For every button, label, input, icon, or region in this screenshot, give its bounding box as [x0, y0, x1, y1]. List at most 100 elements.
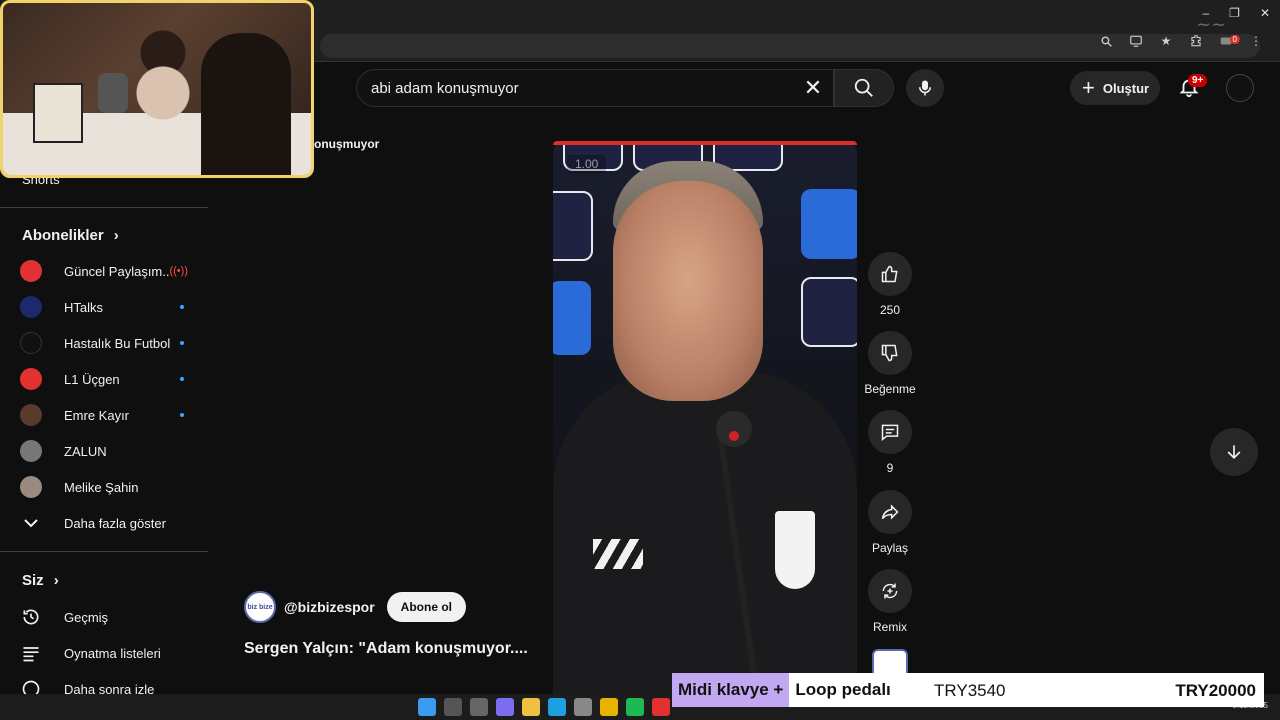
bookmark-star-icon[interactable]: ★ [1158, 33, 1174, 49]
plus-icon: + [1082, 75, 1095, 100]
next-video-button[interactable] [1210, 428, 1258, 476]
comments-button[interactable]: 9 [862, 410, 918, 475]
extensions-icon[interactable] [1188, 33, 1204, 49]
channel-avatar[interactable]: biz bize [244, 591, 276, 623]
sidebar-subscription-item[interactable]: Melike Şahin [20, 472, 190, 502]
playback-speed-label: 1.00 [567, 155, 607, 173]
create-label: Oluştur [1102, 80, 1150, 96]
browser-toolbar-icons: ★ 0 ⋮ [1098, 33, 1264, 49]
channel-info: biz bize @bizbizespor Abone ol [244, 591, 466, 623]
new-content-dot [180, 377, 184, 381]
sidebar-item-playlists[interactable]: Oynatma listeleri [20, 638, 190, 668]
remix-icon [882, 583, 898, 599]
voice-search-button[interactable] [906, 69, 944, 107]
channel-avatar [20, 404, 42, 426]
new-content-dot [180, 341, 184, 345]
channel-avatar [20, 260, 42, 282]
you-section-header[interactable]: Siz › [22, 572, 59, 589]
chevron-right-icon: › [113, 227, 119, 244]
page-partial-title: onuşmuyor [314, 137, 380, 151]
dislike-label: Beğenme [864, 382, 916, 396]
chevron-down-icon [20, 512, 42, 534]
remix-button[interactable]: Remix [862, 569, 918, 634]
stream-watermark-logo: ~~ [1196, 14, 1227, 35]
sidebar-subscription-item[interactable]: HTalks [20, 292, 190, 322]
sidebar-item-history[interactable]: Geçmiş [20, 602, 190, 632]
thumbs-down-icon [881, 344, 898, 362]
sidebar-subscription-item[interactable]: Güncel Paylaşım... ((•)) [20, 256, 190, 286]
like-button[interactable]: 250 [862, 252, 918, 317]
microphone-head [716, 411, 752, 447]
share-icon [881, 504, 899, 520]
history-label: Geçmiş [64, 609, 109, 625]
channel-label: Hastalık Bu Futbol [64, 335, 171, 351]
new-content-dot [180, 305, 184, 309]
search-button[interactable] [834, 69, 894, 107]
channel-avatar [20, 368, 42, 390]
windows-start-icon[interactable] [418, 698, 436, 716]
search-input[interactable]: abi adam konuşmuyor ✕ [356, 69, 834, 107]
arrow-down-icon [1227, 445, 1241, 460]
ticker-goal-amount: TRY20000 [1175, 681, 1256, 700]
chrome-icon[interactable] [600, 698, 618, 716]
share-button[interactable]: Paylaş [862, 490, 918, 555]
extension-badge-icon[interactable]: 0 [1218, 33, 1240, 49]
close-window-button[interactable]: ✕ [1260, 6, 1270, 20]
edge-icon[interactable] [548, 698, 566, 716]
zoom-icon[interactable] [1098, 33, 1114, 49]
show-more-button[interactable]: Daha fazla göster [20, 508, 190, 538]
sidebar-divider [0, 551, 208, 552]
share-label: Paylaş [871, 541, 909, 555]
ticker-item: Loop pedalı [795, 680, 891, 699]
new-content-dot [180, 413, 184, 417]
store-icon[interactable] [574, 698, 592, 716]
video-title[interactable]: Sergen Yalçın: "Adam konuşmuyor.... [244, 640, 528, 658]
search-query-text: abi adam konuşmuyor [371, 79, 519, 97]
search-icon [854, 78, 873, 97]
channel-handle[interactable]: @bizbizespor [284, 599, 375, 615]
subscriptions-header[interactable]: Abonelikler › [22, 227, 119, 244]
app-icon[interactable] [652, 698, 670, 716]
sidebar-subscription-item[interactable]: L1 Üçgen [20, 364, 190, 394]
extension-badge-count: 0 [1229, 35, 1240, 44]
taskbar-icons [418, 698, 670, 716]
sidebar-subscription-item[interactable]: ZALUN [20, 436, 190, 466]
webcam-shadow [201, 33, 291, 175]
clear-search-icon[interactable]: ✕ [803, 77, 823, 99]
club-crest [775, 511, 815, 589]
like-count: 250 [879, 303, 901, 317]
taskbar-search-icon[interactable] [444, 698, 462, 716]
install-app-icon[interactable] [1128, 33, 1144, 49]
backdrop-tile [801, 277, 857, 347]
microphone-ring [729, 431, 739, 441]
sidebar: Shorts Abonelikler › Güncel Paylaşım... … [0, 160, 208, 700]
create-button[interactable]: + Oluştur [1070, 71, 1160, 105]
sidebar-subscription-item[interactable]: Emre Kayır [20, 400, 190, 430]
task-view-icon[interactable] [470, 698, 488, 716]
sidebar-subscription-item[interactable]: Hastalık Bu Futbol [20, 328, 190, 358]
thumbs-up-icon [881, 265, 898, 283]
channel-label: HTalks [64, 299, 104, 315]
account-avatar[interactable] [1226, 74, 1254, 102]
chevron-right-icon: › [53, 572, 59, 589]
maximize-button[interactable]: ❐ [1229, 6, 1240, 20]
subscribe-button[interactable]: Abone ol [386, 592, 466, 622]
backdrop-logo-blue [553, 281, 591, 355]
video-top-edge [553, 141, 857, 145]
channel-avatar [20, 296, 42, 318]
donation-goal-ticker: Midi klavye + Loop pedalı TRY3540 TRY200… [672, 673, 1264, 707]
dislike-button[interactable]: Beğenme [862, 331, 918, 396]
browser-menu-icon[interactable]: ⋮ [1248, 33, 1264, 49]
channel-label: L1 Üçgen [64, 371, 120, 387]
you-title: Siz [22, 572, 44, 589]
microphone-icon [919, 80, 931, 96]
file-explorer-icon[interactable] [522, 698, 540, 716]
channel-label: Emre Kayır [64, 407, 130, 423]
notification-count-badge: 9+ [1188, 74, 1208, 87]
channel-avatar [20, 476, 42, 498]
playlist-icon [20, 642, 42, 664]
copilot-icon[interactable] [496, 698, 514, 716]
search-bar: abi adam konuşmuyor ✕ [356, 69, 894, 107]
spotify-icon[interactable] [626, 698, 644, 716]
shorts-video-player[interactable]: 1.00 [553, 141, 857, 701]
